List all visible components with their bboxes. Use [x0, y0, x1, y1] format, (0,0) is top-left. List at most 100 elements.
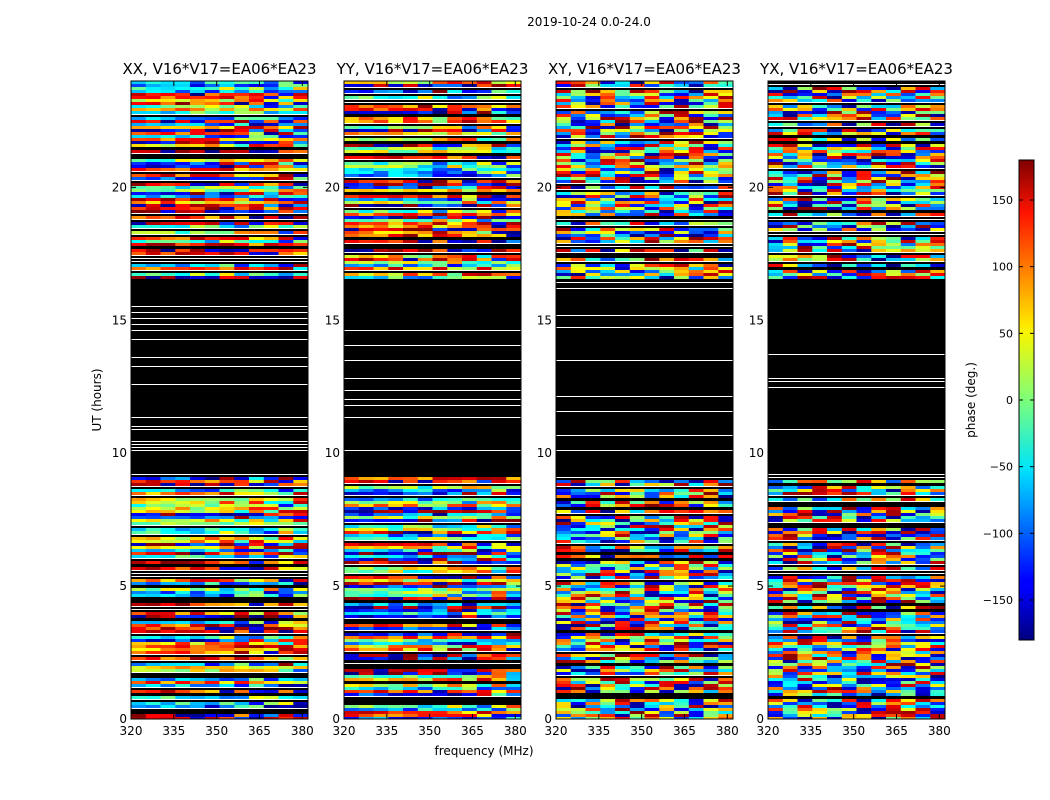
- heat-cell: [718, 702, 733, 705]
- heat-cell: [145, 231, 162, 234]
- heat-cell: [600, 690, 616, 693]
- heat-cell: [886, 177, 902, 180]
- heat-cell: [900, 117, 917, 120]
- heat-cell: [506, 117, 521, 120]
- heat-cell: [373, 513, 389, 516]
- heat-cell: [388, 222, 404, 225]
- heat-cell: [644, 207, 660, 210]
- heat-cell: [600, 639, 616, 642]
- heat-cell: [373, 675, 389, 678]
- heat-cell: [718, 204, 733, 207]
- heat-cell: [293, 189, 308, 192]
- heat-cell: [841, 156, 858, 159]
- heat-cell: [718, 150, 733, 153]
- heat-cell: [476, 510, 493, 513]
- heat-cell: [718, 609, 733, 612]
- heat-cell: [190, 492, 206, 495]
- gap-line: [131, 441, 308, 442]
- heat-cell: [856, 498, 872, 501]
- heat-cell: [600, 714, 616, 717]
- heat-cell: [615, 660, 631, 663]
- heat-cell: [797, 492, 813, 495]
- heat-cell: [249, 696, 265, 699]
- heat-cell: [175, 237, 191, 240]
- heat-cell: [476, 561, 493, 564]
- heat-cell: [403, 501, 419, 504]
- heat-cell: [930, 519, 945, 522]
- heat-cell: [358, 594, 375, 597]
- heat-cell: [841, 258, 858, 261]
- heat-cell: [403, 516, 419, 519]
- heat-cell: [388, 501, 404, 504]
- heat-cell: [930, 480, 945, 483]
- heat-cell: [659, 162, 675, 165]
- heat-cell: [432, 627, 448, 630]
- heat-cell: [871, 93, 887, 96]
- heat-cell: [570, 540, 587, 543]
- heat-cell: [204, 207, 221, 210]
- heat-cell: [506, 612, 521, 615]
- heat-cell: [915, 186, 931, 189]
- heat-cell: [659, 240, 675, 243]
- heat-cell: [556, 96, 572, 99]
- heat-cell: [491, 180, 507, 183]
- heat-cell: [827, 276, 843, 279]
- heat-cell: [131, 627, 147, 630]
- heat-cell: [556, 156, 572, 159]
- heat-cell: [358, 603, 375, 606]
- heat-cell: [293, 204, 308, 207]
- heat-cell: [688, 264, 705, 267]
- heat-cell: [234, 249, 250, 252]
- heat-cell: [856, 186, 872, 189]
- y-tick-label: 5: [119, 579, 127, 593]
- heat-cell: [703, 276, 719, 279]
- heat-cell: [278, 222, 294, 225]
- heat-cell: [417, 636, 434, 639]
- heat-cell: [659, 555, 675, 558]
- heat-cell: [388, 546, 404, 549]
- heat-cell: [263, 108, 280, 111]
- heat-cell: [175, 174, 191, 177]
- heat-cell: [930, 159, 945, 162]
- heat-cell: [556, 702, 572, 705]
- heat-cell: [263, 99, 280, 102]
- heat-cell: [556, 129, 572, 132]
- heat-cell: [234, 516, 250, 519]
- gap-line: [556, 87, 733, 88]
- heat-cell: [570, 123, 587, 126]
- heat-cell: [615, 264, 631, 267]
- heat-cell: [585, 120, 601, 123]
- heat-cell: [688, 594, 705, 597]
- heat-cell: [703, 240, 719, 243]
- heat-cell: [403, 558, 419, 561]
- heat-cell: [570, 132, 587, 135]
- heat-cell: [718, 228, 733, 231]
- heat-cell: [644, 165, 660, 168]
- heat-cell: [219, 117, 235, 120]
- heat-cell: [629, 204, 646, 207]
- heat-cell: [373, 546, 389, 549]
- heat-cell: [190, 174, 206, 177]
- heat-cell: [145, 105, 162, 108]
- heat-cell: [629, 198, 646, 201]
- heat-cell: [278, 135, 294, 138]
- heat-cell: [629, 627, 646, 630]
- heat-cell: [160, 132, 176, 135]
- heat-cell: [373, 258, 389, 261]
- heat-cell: [674, 609, 690, 612]
- heat-cell: [175, 132, 191, 135]
- heat-cell: [718, 654, 733, 657]
- heat-cell: [293, 714, 308, 717]
- heat-cell: [293, 651, 308, 654]
- heat-cell: [278, 159, 294, 162]
- gap-line: [131, 213, 308, 214]
- heat-cell: [293, 174, 308, 177]
- heat-cell: [278, 603, 294, 606]
- heat-cell: [768, 165, 784, 168]
- heat-cell: [344, 519, 360, 522]
- heat-cell: [718, 681, 733, 684]
- heat-cell: [556, 546, 572, 549]
- heat-cell: [462, 642, 478, 645]
- heat-cell: [344, 525, 360, 528]
- heat-cell: [190, 198, 206, 201]
